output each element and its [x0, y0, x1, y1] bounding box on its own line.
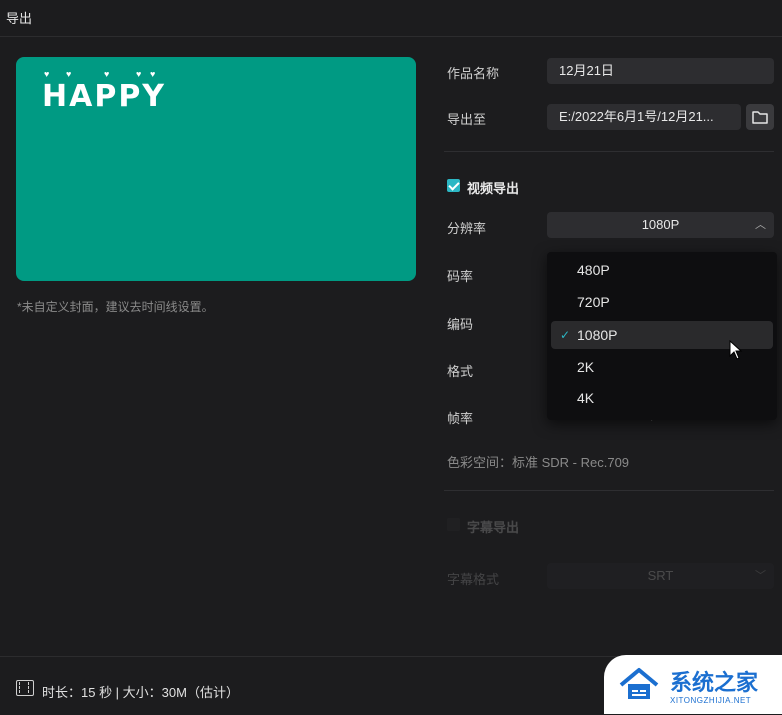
resolution-option-720p[interactable]: 720P	[551, 288, 773, 316]
folder-icon	[752, 111, 768, 124]
resolution-dropdown: 480P 720P ✓ 1080P 2K 4K	[547, 252, 777, 420]
subtitle-format-label: 字幕格式	[447, 572, 500, 587]
cover-hint: *未自定义封面，建议去时间线设置。	[17, 300, 214, 314]
house-logo-icon	[619, 668, 659, 699]
fps-label: 帧率	[447, 411, 474, 426]
name-input[interactable]: 12月21日	[547, 58, 774, 84]
heart-icon: ♥	[136, 69, 142, 79]
subtitle-format-select[interactable]: SRT ﹀	[547, 563, 774, 589]
resolution-label: 分辨率	[447, 221, 487, 236]
divider	[444, 490, 774, 491]
format-label: 格式	[447, 364, 474, 379]
cover-preview[interactable]: ♥ ♥ ♥ ♥ ♥ HAPPY	[16, 57, 416, 281]
chevron-up-icon: ︿	[755, 219, 766, 231]
bitrate-label: 码率	[447, 269, 474, 284]
resolution-select[interactable]: 1080P ︿	[547, 212, 774, 238]
export-path-label: 导出至	[447, 112, 487, 127]
encoding-label: 编码	[447, 317, 474, 332]
browse-folder-button[interactable]	[746, 104, 774, 130]
chevron-down-icon: ﹀	[755, 570, 766, 582]
subtitle-export-title: 字幕导出	[467, 520, 520, 535]
site-watermark: 系统之家 XITONGZHIJIA.NET	[604, 655, 782, 714]
film-icon	[16, 680, 34, 696]
export-path-input[interactable]: E:/2022年6月1号/12月21...	[547, 104, 741, 130]
happy-artwork: HAPPY	[42, 79, 167, 114]
divider	[444, 151, 774, 152]
resolution-option-480p[interactable]: 480P	[551, 256, 773, 284]
heart-icon: ♥	[104, 69, 110, 79]
resolution-option-4k[interactable]: 4K	[551, 384, 773, 412]
heart-icon: ♥	[66, 69, 72, 79]
subtitle-export-checkbox[interactable]	[447, 518, 460, 531]
video-export-checkbox[interactable]	[447, 179, 460, 192]
dialog-title: 导出	[6, 11, 33, 26]
dialog-header: 导出	[0, 0, 782, 37]
resolution-value: 1080P	[641, 217, 680, 232]
heart-icon: ♥	[44, 69, 50, 79]
check-icon: ✓	[560, 328, 571, 342]
heart-icon: ♥	[150, 69, 156, 79]
mouse-cursor-icon	[729, 340, 743, 360]
color-space-info: 色彩空间：标准 SDR - Rec.709	[447, 455, 630, 470]
subtitle-format-value: SRT	[647, 568, 674, 583]
watermark-english: XITONGZHIJIA.NET	[670, 696, 752, 705]
video-export-title: 视频导出	[467, 181, 520, 196]
export-summary: 时长：15 秒 | 大小：30M（估计）	[42, 685, 239, 700]
watermark-chinese: 系统之家	[670, 671, 759, 696]
name-label: 作品名称	[447, 66, 500, 81]
